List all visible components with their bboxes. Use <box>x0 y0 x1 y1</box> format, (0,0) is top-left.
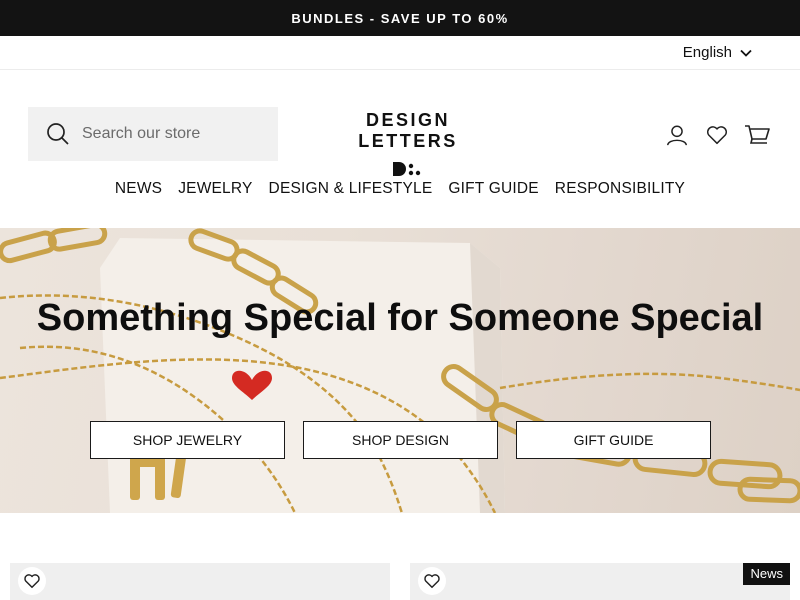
logo-wordmark: DESIGN LETTERS <box>358 110 458 151</box>
news-badge: News <box>743 563 790 585</box>
product-card[interactable] <box>10 563 390 600</box>
nav-item-responsibility[interactable]: RESPONSIBILITY <box>555 180 685 198</box>
cart-icon[interactable] <box>744 122 770 148</box>
shop-jewelry-button[interactable]: SHOP JEWELRY <box>90 421 285 459</box>
announcement-bar: BUNDLES - SAVE UP TO 60% <box>0 0 800 36</box>
search-input[interactable] <box>82 125 262 143</box>
hero-banner: Something Special for Someone Special SH… <box>0 228 800 513</box>
nav-item-gift-guide[interactable]: GIFT GUIDE <box>448 180 538 198</box>
announcement-text: BUNDLES - SAVE UP TO 60% <box>291 10 509 26</box>
gift-guide-button[interactable]: GIFT GUIDE <box>516 421 711 459</box>
account-icon[interactable] <box>664 122 690 148</box>
wishlist-heart-icon[interactable] <box>418 567 446 595</box>
hero-jewelry-image <box>0 228 800 513</box>
search-icon[interactable] <box>46 122 70 146</box>
header-actions <box>664 122 770 148</box>
wishlist-heart-icon[interactable] <box>18 567 46 595</box>
hero-title: Something Special for Someone Special <box>36 297 764 339</box>
logo-mark-icon <box>393 162 421 176</box>
product-card[interactable] <box>410 563 790 600</box>
nav-item-news[interactable]: NEWS <box>115 180 162 198</box>
nav-item-jewelry[interactable]: JEWELRY <box>178 180 252 198</box>
language-selector[interactable]: English <box>683 44 752 61</box>
language-label: English <box>682 44 732 61</box>
shop-design-button[interactable]: SHOP DESIGN <box>303 421 498 459</box>
wishlist-heart-icon[interactable] <box>704 122 730 148</box>
nav-item-design-lifestyle[interactable]: DESIGN & LIFESTYLE <box>269 180 433 198</box>
main-navigation: NEWS JEWELRY DESIGN & LIFESTYLE GIFT GUI… <box>0 180 800 198</box>
search-box[interactable] <box>28 107 278 161</box>
brand-logo[interactable]: DESIGN LETTERS <box>320 110 496 183</box>
chevron-down-icon <box>740 49 752 57</box>
language-bar: English <box>0 36 800 70</box>
